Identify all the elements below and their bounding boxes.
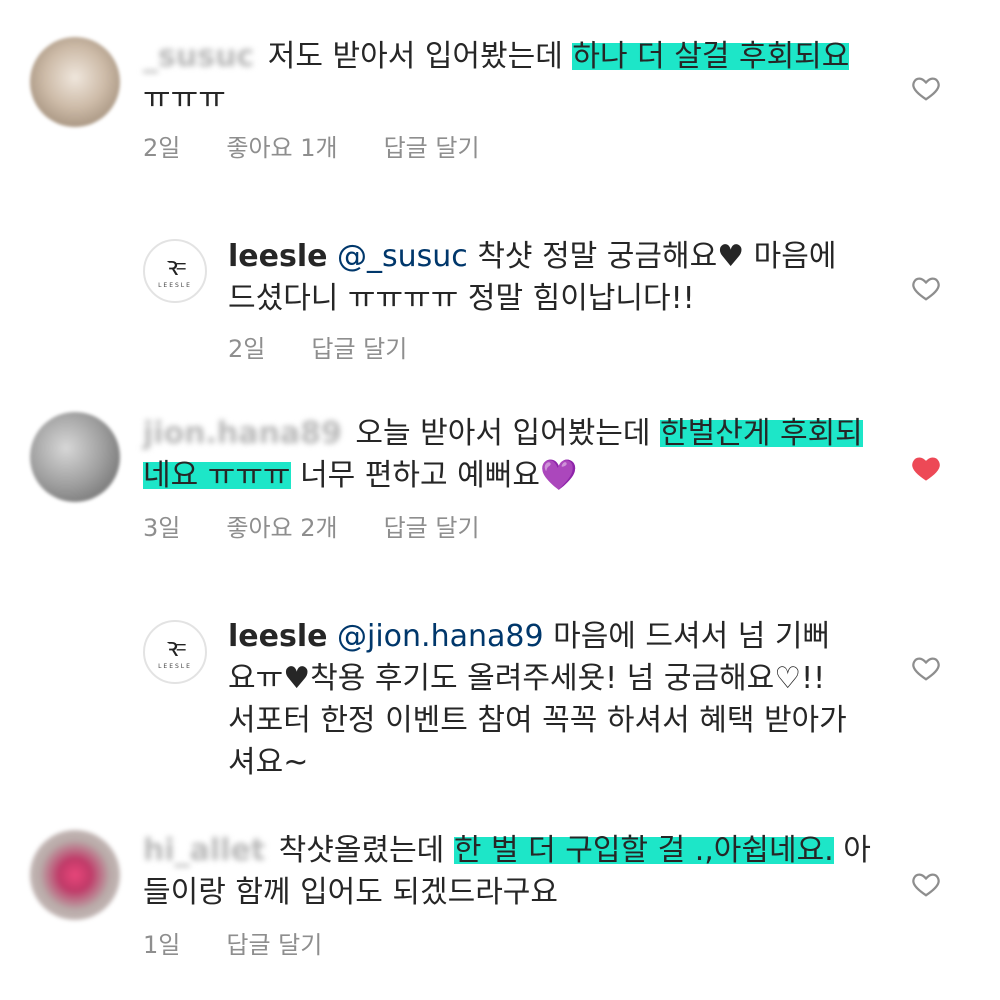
comment-meta: 1일 답글 달기 (143, 930, 368, 960)
avatar[interactable] (30, 412, 120, 502)
username[interactable]: jion.hana89 (143, 413, 342, 455)
highlighted-text: 네요 ㅠㅠㅠ (143, 458, 291, 493)
reply-button[interactable]: 답글 달기 (384, 514, 480, 542)
mention-link[interactable]: @_susuc (337, 239, 468, 274)
username[interactable]: hi_allet (143, 830, 265, 872)
highlighted-text: 한 벌 더 구입할 걸 .,아쉽네요. (453, 833, 834, 868)
username[interactable]: _susuc (143, 36, 254, 78)
comment-meta: 3일 좋아요 2개 답글 달기 (143, 513, 526, 543)
avatar[interactable] (30, 37, 120, 127)
reply-button[interactable]: 답글 달기 (226, 931, 322, 959)
brand-avatar[interactable]: ꝛ꞊ LEESLE (143, 239, 207, 303)
comment-time: 2일 (143, 134, 181, 162)
comment-time: 1일 (143, 931, 181, 959)
brand-logo-icon: ꝛ꞊ (166, 632, 186, 663)
comment-time: 2일 (228, 335, 266, 363)
reply-button[interactable]: 답글 달기 (311, 335, 407, 363)
heart-outline-icon[interactable] (909, 273, 943, 303)
reply-text: leesle @jion.hana89 마음에 드셔서 넘 기뻐 요ㅠ♥착용 후… (228, 619, 847, 780)
heart-outline-icon[interactable] (909, 73, 943, 103)
comment-text: jion.hana89 오늘 받아서 입어봤는데 한벌산게 후회되 네요 ㅠㅠㅠ… (143, 413, 863, 497)
heart-outline-icon[interactable] (909, 653, 943, 683)
highlighted-text: 한벌산게 후회되 (660, 416, 863, 451)
heart-filled-icon[interactable] (909, 453, 943, 483)
comment-meta: 2일 좋아요 1개 답글 달기 (143, 133, 526, 163)
username[interactable]: leesle (228, 239, 327, 274)
username[interactable]: leesle (228, 619, 327, 654)
comment-text: _susuc 저도 받아서 입어봤는데 하나 더 살걸 후회되요 ㅠㅠㅠ (143, 36, 863, 120)
comment-time: 3일 (143, 514, 181, 542)
brand-logo-icon: ꝛ꞊ (166, 251, 186, 282)
likes-count[interactable]: 좋아요 1개 (226, 134, 337, 162)
avatar[interactable] (30, 830, 120, 920)
mention-link[interactable]: @jion.hana89 (337, 619, 544, 654)
reply-button[interactable]: 답글 달기 (384, 134, 480, 162)
highlighted-text: 하나 더 살걸 후회되요 (572, 39, 850, 74)
reply-meta: 2일 답글 달기 (228, 334, 453, 364)
heart-outline-icon[interactable] (909, 869, 943, 899)
reply-text: leesle @_susuc 착샷 정말 궁금해요♥ 마음에 드셨다니 ㅠㅠㅠㅠ… (228, 239, 837, 316)
likes-count[interactable]: 좋아요 2개 (226, 514, 337, 542)
comment-text: hi_allet 착샷올렸는데 한 벌 더 구입할 걸 .,아쉽네요. 아 들이… (143, 830, 873, 914)
brand-avatar[interactable]: ꝛ꞊ LEESLE (143, 620, 207, 684)
